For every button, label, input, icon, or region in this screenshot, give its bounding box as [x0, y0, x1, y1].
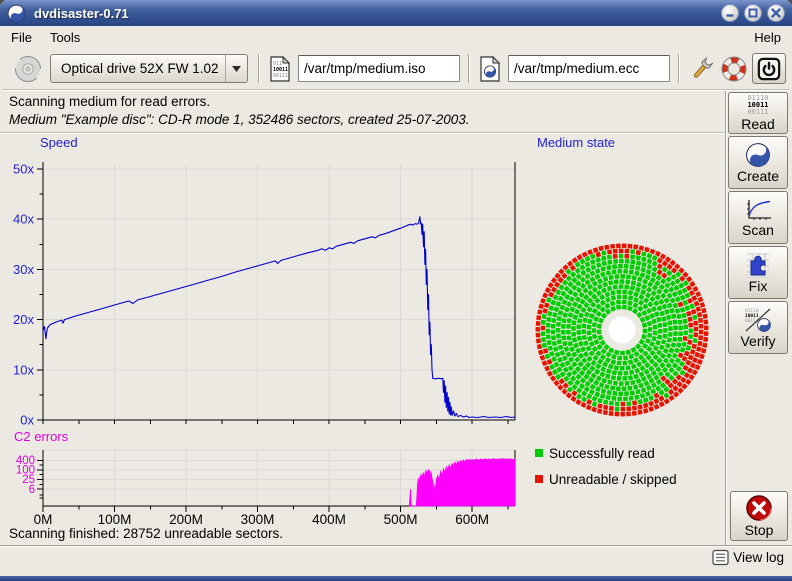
sidebar-button-label: Create — [737, 169, 779, 184]
sidebar-button-verify[interactable]: 01110 10011 00111 Verify — [728, 301, 788, 354]
wrench-icon — [689, 56, 715, 82]
speed-y-tick-label: 0x — [20, 413, 34, 428]
c2-errors-area — [409, 459, 515, 506]
menubar: File Tools Help — [2, 26, 790, 48]
x-axis-tick-label: 600M — [455, 512, 489, 527]
titlebar[interactable]: dvdisaster-0.71 — [0, 0, 792, 26]
sidebar-separator — [725, 91, 727, 545]
legend-item: Unreadable / skipped — [535, 466, 677, 492]
c2-y-tick-label: 6 — [29, 484, 35, 496]
toolbar: Optical drive 52X FW 1.02 011 10011 0011… — [2, 48, 790, 90]
c2-y-tick-label: 100 — [16, 465, 35, 477]
toolbar-separator — [678, 54, 680, 83]
speed-y-tick-label: 10x — [13, 362, 34, 377]
sidebar-button-scan[interactable]: Scan — [728, 191, 788, 244]
menu-file[interactable]: File — [2, 28, 41, 47]
binary-read-icon: 011101001100111 — [747, 95, 768, 116]
view-log-label: View log — [733, 550, 784, 565]
puzzle-fix-icon — [745, 252, 771, 278]
medium-state-disc — [536, 243, 709, 416]
legend-swatch — [535, 449, 543, 457]
drive-selector[interactable]: Optical drive 52X FW 1.02 — [50, 54, 248, 83]
menu-help[interactable]: Help — [745, 28, 790, 47]
drive-selector-value: Optical drive 52X FW 1.02 — [51, 61, 225, 76]
power-icon — [757, 57, 781, 81]
toolbar-separator — [468, 54, 470, 83]
c2-y-tick-label: 25 — [22, 474, 35, 486]
disc-icon — [13, 54, 43, 84]
x-axis-tick-label: 200M — [169, 512, 203, 527]
window-bottom-border — [0, 576, 792, 581]
close-button[interactable] — [767, 4, 785, 22]
legend-swatch — [535, 475, 543, 483]
c2-y-tick-label: 400 — [16, 455, 35, 467]
ecc-file-icon-button[interactable] — [475, 54, 505, 84]
menu-tools[interactable]: Tools — [41, 28, 89, 47]
stop-button-label: Stop — [745, 523, 774, 538]
window-title: dvdisaster-0.71 — [34, 6, 129, 21]
stop-x-icon — [745, 494, 773, 522]
speed-y-tick-label: 30x — [13, 262, 34, 277]
medium-state-title: Medium state — [537, 135, 615, 150]
sidebar-button-label: Fix — [749, 279, 768, 294]
maximize-button[interactable] — [744, 4, 762, 22]
help-button[interactable] — [718, 52, 750, 86]
x-axis-tick-label: 500M — [384, 512, 418, 527]
stop-button[interactable]: Stop — [730, 491, 788, 541]
speed-y-tick-label: 40x — [13, 212, 34, 227]
legend-item: Successfully read — [535, 440, 677, 466]
scan-curve-icon — [744, 198, 772, 222]
sidebar-button-fix[interactable]: Fix — [728, 246, 788, 299]
status-area: Scanning medium for read errors. Medium … — [0, 90, 726, 133]
axes — [37, 162, 515, 512]
legend-label: Successfully read — [549, 446, 655, 461]
lifebelt-icon — [721, 56, 747, 82]
ecc-yinyang-file-icon — [479, 56, 501, 82]
drive-disc-icon-button[interactable] — [10, 52, 46, 86]
scan-result-status: Scanning finished: 28752 unreadable sect… — [9, 526, 283, 541]
speed-y-tick-label: 20x — [13, 312, 34, 327]
toolbar-separator — [258, 54, 260, 83]
speed-y-tick-label: 50x — [13, 162, 34, 177]
sidebar-button-read[interactable]: 011101001100111Read — [728, 92, 788, 134]
x-axis-tick-label: 300M — [241, 512, 275, 527]
x-axis-tick-label: 0M — [34, 512, 53, 527]
speed-grid — [43, 165, 515, 506]
sidebar-button-label: Scan — [742, 223, 774, 238]
view-log-button[interactable]: View log — [712, 549, 784, 566]
log-list-icon — [712, 549, 729, 566]
chevron-down-icon — [225, 55, 247, 82]
minimize-button[interactable] — [721, 4, 739, 22]
sidebar-button-label: Read — [741, 117, 774, 132]
image-file-icon-button[interactable]: 011 10011 00111 — [265, 54, 295, 84]
x-axis-tick-label: 400M — [312, 512, 346, 527]
c2-errors-title: C2 errors — [14, 429, 68, 444]
x-axis-tick-label: 100M — [98, 512, 132, 527]
quit-button[interactable] — [752, 53, 786, 84]
footer-separator — [0, 545, 792, 547]
medium-state-legend: Successfully read Unreadable / skipped — [535, 440, 677, 492]
app-window: dvdisaster-0.71 File Tools Help — [0, 0, 792, 581]
status-line1: Scanning medium for read errors. — [9, 94, 210, 109]
sidebar-button-label: Verify — [740, 334, 775, 349]
image-file-input[interactable] — [298, 55, 460, 82]
status-line2: Medium "Example disc": CD-R mode 1, 3524… — [9, 112, 470, 127]
speed-chart-title: Speed — [40, 135, 78, 150]
svg-text:00111: 00111 — [273, 73, 288, 79]
speed-curve — [43, 217, 515, 418]
binary-yinyang-verify-icon: 01110 10011 00111 — [743, 307, 773, 333]
preferences-button[interactable] — [686, 52, 718, 86]
ecc-file-input[interactable] — [508, 55, 670, 82]
yin-yang-create-icon — [745, 142, 771, 168]
binary-file-icon: 011 10011 00111 — [269, 56, 291, 82]
sidebar-button-create[interactable]: Create — [728, 136, 788, 189]
legend-label: Unreadable / skipped — [549, 472, 677, 487]
app-yin-yang-icon — [7, 4, 26, 23]
